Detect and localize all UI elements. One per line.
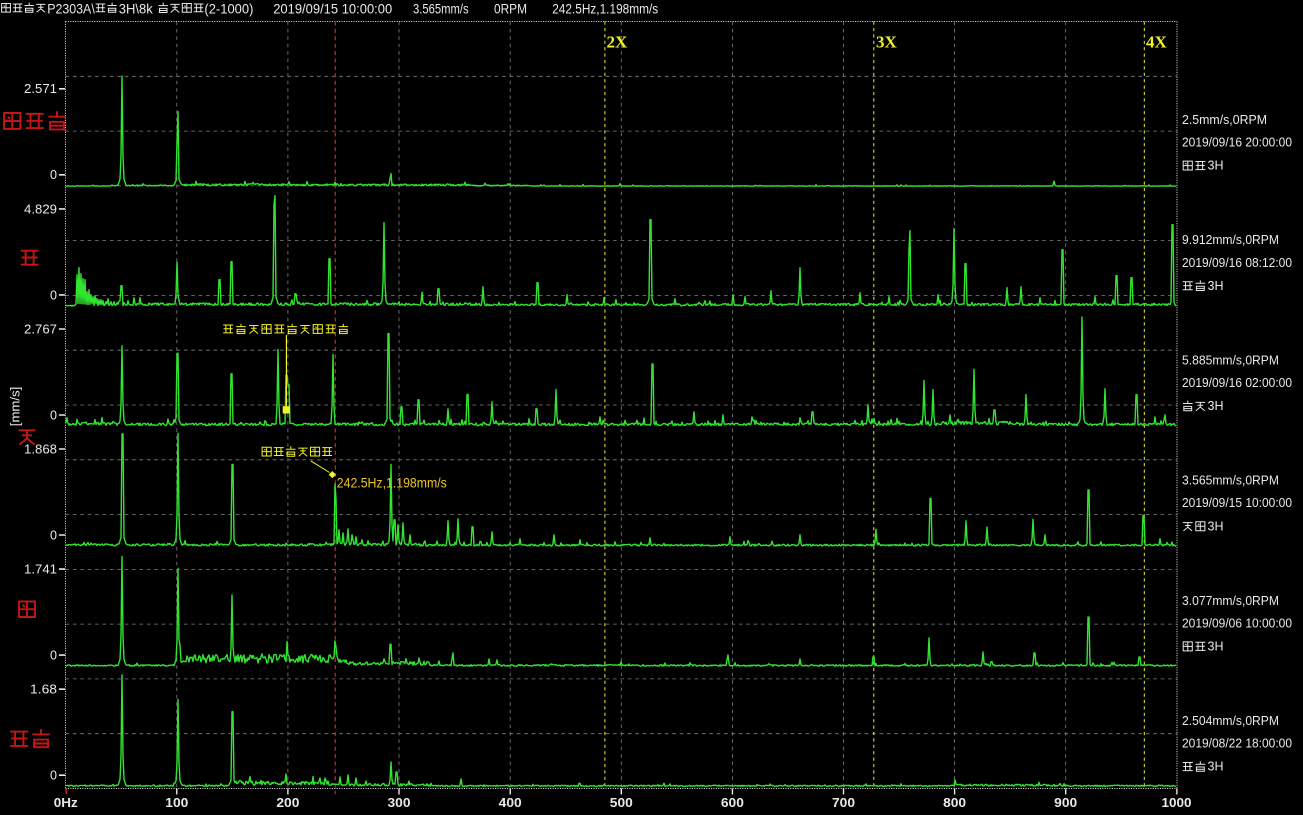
svg-text:2.504mm/s,0RPM: 2.504mm/s,0RPM (1182, 713, 1279, 728)
svg-text:500: 500 (610, 795, 633, 810)
svg-text:2019/09/15 10:00:00: 2019/09/15 10:00:00 (1182, 495, 1292, 510)
svg-text:3H: 3H (1208, 278, 1224, 293)
svg-text:2019/09/06 10:00:00: 2019/09/06 10:00:00 (1182, 615, 1292, 630)
svg-text:P2303A\: P2303A\ (47, 1, 95, 16)
svg-text:2.767: 2.767 (24, 321, 57, 336)
svg-text:242.5Hz,1.198mm/s: 242.5Hz,1.198mm/s (552, 1, 658, 16)
svg-text:2019/09/16 02:00:00: 2019/09/16 02:00:00 (1182, 375, 1292, 390)
svg-text:2019/08/22 18:00:00: 2019/08/22 18:00:00 (1182, 736, 1292, 751)
svg-text:0Hz: 0Hz (54, 795, 79, 810)
svg-text:3X: 3X (876, 32, 898, 51)
svg-text:3H: 3H (1208, 639, 1224, 654)
svg-text:1.68: 1.68 (30, 682, 57, 697)
svg-text:600: 600 (721, 795, 744, 810)
svg-text:900: 900 (1054, 795, 1077, 810)
svg-text:3H: 3H (1208, 158, 1224, 173)
svg-text:3.077mm/s,0RPM: 3.077mm/s,0RPM (1182, 593, 1279, 608)
svg-text:3.565mm/s: 3.565mm/s (413, 1, 469, 16)
svg-text:0: 0 (50, 167, 57, 182)
svg-text:0: 0 (50, 648, 57, 663)
svg-text:242.5Hz,1.198mm/s: 242.5Hz,1.198mm/s (337, 476, 447, 491)
svg-text:0RPM: 0RPM (494, 1, 527, 16)
svg-text:2019/09/16 08:12:00: 2019/09/16 08:12:00 (1182, 255, 1292, 270)
svg-text:0: 0 (50, 768, 57, 783)
svg-text:100: 100 (165, 795, 188, 810)
svg-text:800: 800 (943, 795, 966, 810)
svg-text:3.565mm/s,0RPM: 3.565mm/s,0RPM (1182, 473, 1279, 488)
svg-text:5.885mm/s,0RPM: 5.885mm/s,0RPM (1182, 352, 1279, 367)
svg-text:3H\8k: 3H\8k (119, 1, 153, 16)
svg-text:(2-1000): (2-1000) (204, 1, 253, 16)
svg-text:4.829: 4.829 (24, 201, 57, 216)
svg-text:3H: 3H (1208, 398, 1224, 413)
svg-text:2X: 2X (607, 32, 629, 51)
svg-text:3H: 3H (1208, 759, 1224, 774)
svg-text:1.741: 1.741 (24, 562, 57, 577)
svg-text:300: 300 (388, 795, 411, 810)
svg-text:4X: 4X (1146, 32, 1168, 51)
svg-text:2019/09/16 20:00:00: 2019/09/16 20:00:00 (1182, 135, 1292, 150)
svg-text:[mm/s]: [mm/s] (8, 387, 23, 427)
svg-text:200: 200 (276, 795, 299, 810)
svg-text:0: 0 (50, 407, 57, 422)
svg-text:1.868: 1.868 (24, 441, 57, 456)
svg-text:1000: 1000 (1162, 795, 1192, 810)
svg-text:9.912mm/s,0RPM: 9.912mm/s,0RPM (1182, 232, 1279, 247)
svg-text:2.571: 2.571 (24, 81, 57, 96)
svg-text:3H: 3H (1208, 518, 1224, 533)
svg-text:700: 700 (832, 795, 855, 810)
svg-text:2019/09/15 10:00:00: 2019/09/15 10:00:00 (273, 1, 392, 16)
svg-text:400: 400 (499, 795, 522, 810)
svg-text:0: 0 (50, 287, 57, 302)
svg-text:0: 0 (50, 527, 57, 542)
svg-text:2.5mm/s,0RPM: 2.5mm/s,0RPM (1182, 112, 1267, 127)
